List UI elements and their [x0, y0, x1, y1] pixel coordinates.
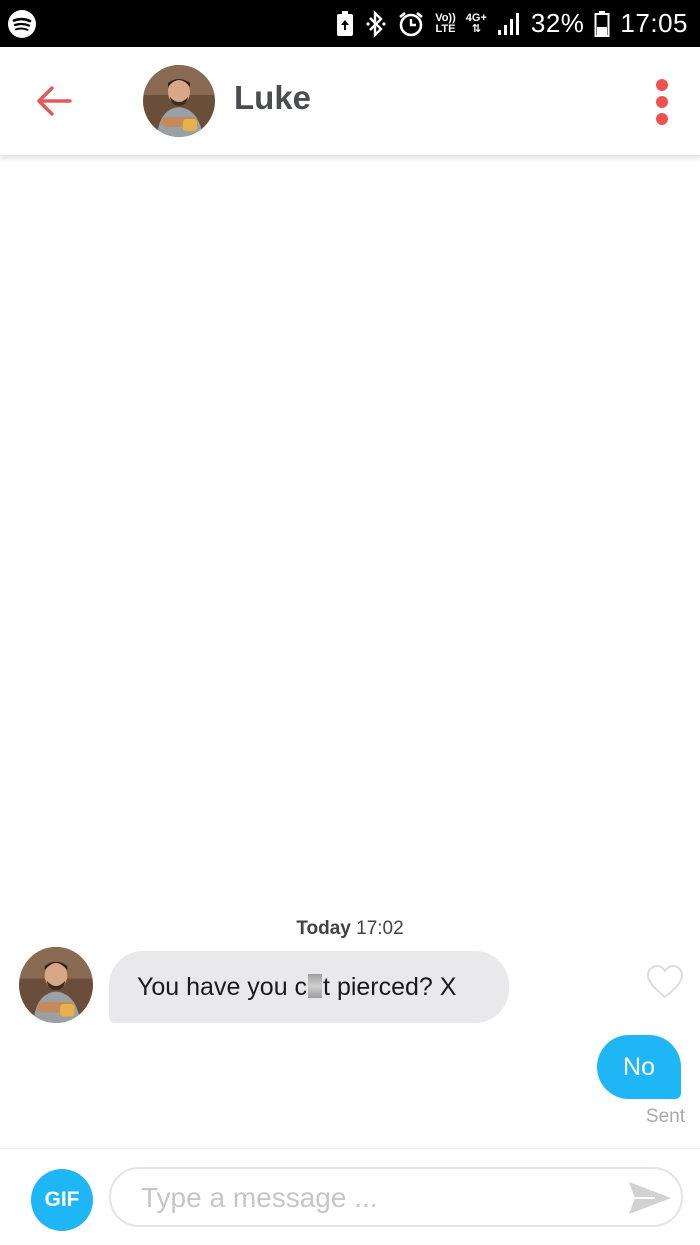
timestamp-time: 17:02	[356, 918, 404, 939]
data-arrows-icon: ⇅	[471, 22, 481, 35]
heart-icon[interactable]	[646, 964, 684, 1000]
data-type-label: 4G+	[465, 11, 487, 24]
delivery-status: Sent	[645, 1106, 685, 1127]
status-bar: Vo)) LTE 4G+ ⇅ 32% 17:05	[0, 0, 700, 47]
chat-header: Luke	[0, 47, 700, 156]
sender-avatar[interactable]	[19, 947, 93, 1023]
data-type-indicator: 4G+ ⇅	[465, 11, 487, 35]
message-input-container[interactable]	[109, 1167, 683, 1227]
message-timestamp: Today 17:02	[0, 918, 700, 940]
contact-avatar[interactable]	[143, 65, 215, 137]
more-vertical-icon[interactable]	[652, 79, 672, 125]
battery-saver-icon	[335, 10, 355, 38]
incoming-message-part-1: You have you c	[137, 973, 308, 1001]
battery-percent: 32%	[530, 8, 585, 38]
outgoing-message-text: No	[623, 1053, 655, 1081]
back-arrow-icon[interactable]	[34, 83, 74, 119]
timestamp-day: Today	[296, 918, 351, 939]
censored-block	[308, 974, 323, 998]
composer-bar: GIF	[0, 1148, 700, 1245]
signal-icon	[497, 11, 521, 37]
message-input[interactable]	[139, 1177, 613, 1219]
battery-icon	[594, 10, 610, 38]
alarm-icon	[397, 10, 425, 38]
outgoing-message-bubble[interactable]: No	[597, 1035, 681, 1099]
gif-button[interactable]: GIF	[31, 1169, 93, 1231]
contact-name[interactable]: Luke	[234, 79, 311, 117]
volte-label: Vo))	[435, 11, 456, 24]
incoming-message-part-2: t pierced? X	[323, 973, 457, 1001]
spotify-icon	[8, 10, 36, 38]
clock: 17:05	[620, 8, 688, 38]
bluetooth-icon	[365, 9, 387, 39]
lte-label: LTE	[435, 22, 456, 35]
volte-indicator: Vo)) LTE	[435, 11, 456, 35]
incoming-message-bubble[interactable]: You have you c t pierced? X	[109, 951, 509, 1023]
incoming-message-text: You have you c t pierced? X	[137, 973, 456, 1002]
send-icon[interactable]	[627, 1178, 673, 1218]
